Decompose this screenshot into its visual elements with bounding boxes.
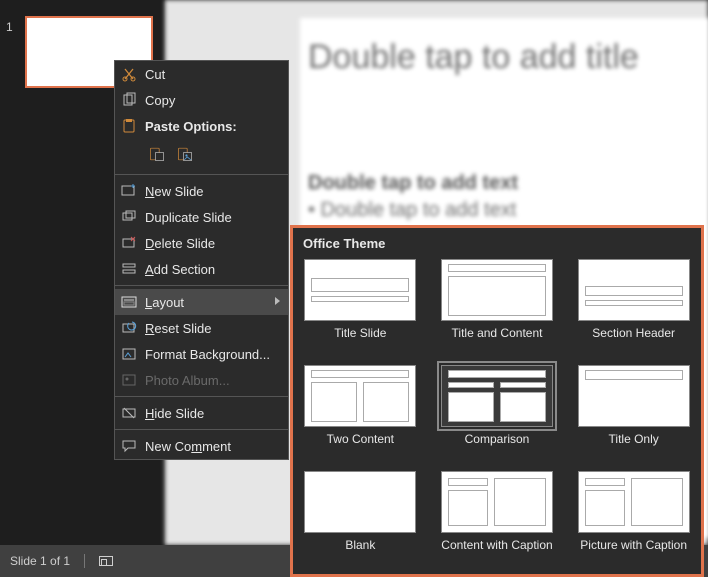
menu-add-section-label: Add SectionAdd Section [145, 262, 215, 277]
paste-keep-formatting-icon[interactable] [149, 143, 165, 165]
layout-thumb [578, 471, 690, 533]
menu-new-comment-label: New CommentNew Comment [145, 439, 231, 454]
photo-album-icon [121, 372, 137, 388]
menu-photo-album: Photo Album... [115, 367, 288, 393]
clipboard-icon [121, 118, 137, 134]
slide-context-menu: Cut Copy Paste Options: NNew Slideew Sli… [114, 60, 289, 460]
slide-counter: Slide 1 of 1 [10, 554, 70, 568]
menu-photo-album-label: Photo Album... [145, 373, 230, 388]
status-divider [84, 554, 85, 568]
layout-option-label: Title Only [576, 433, 691, 447]
layout-option-label: Two Content [303, 433, 418, 447]
menu-hide-label: Hide SlideHide Slide [145, 406, 204, 421]
menu-format-background[interactable]: Format Background... [115, 341, 288, 367]
chevron-right-icon [275, 297, 280, 305]
layout-option-cwc[interactable]: Content with Caption [440, 471, 555, 553]
menu-new-comment[interactable]: New CommentNew Comment [115, 433, 288, 459]
layout-option-label: Title Slide [303, 327, 418, 341]
menu-layout[interactable]: LayoutLayout [115, 289, 288, 315]
menu-new-slide-label: NNew Slideew Slide [145, 184, 204, 199]
layout-option-comp[interactable]: Comparison [440, 365, 555, 447]
menu-separator [115, 396, 288, 397]
body-placeholder-bullet[interactable]: • Double tap to add text [308, 199, 702, 222]
layout-option-label: Blank [303, 539, 418, 553]
layout-thumb [578, 365, 690, 427]
hide-slide-icon [121, 405, 137, 421]
layout-thumb [441, 471, 553, 533]
layout-thumb [304, 365, 416, 427]
layout-thumb [441, 259, 553, 321]
layout-thumb [578, 259, 690, 321]
menu-hide-slide[interactable]: Hide SlideHide Slide [115, 400, 288, 426]
paste-picture-icon[interactable] [177, 143, 193, 165]
layout-option-label: Picture with Caption [576, 539, 691, 553]
new-slide-icon [121, 183, 137, 199]
menu-new-slide[interactable]: NNew Slideew Slide [115, 178, 288, 204]
layout-thumb [441, 365, 553, 427]
menu-separator [115, 429, 288, 430]
scissors-icon [121, 66, 137, 82]
layout-option-label: Comparison [440, 433, 555, 447]
layout-option-section[interactable]: Section Header [576, 259, 691, 341]
format-bg-icon [121, 346, 137, 362]
menu-layout-label: LayoutLayout [145, 295, 184, 310]
layout-icon [121, 294, 137, 310]
layout-option-pwc[interactable]: Picture with Caption [576, 471, 691, 553]
reset-slide-icon [121, 320, 137, 336]
layout-option-label: Title and Content [440, 327, 555, 341]
menu-reset-label: Reset SlideReset Slide [145, 321, 211, 336]
menu-cut-label: Cut [145, 67, 165, 82]
slide-number-label: 1 [6, 20, 13, 34]
menu-duplicate-slide[interactable]: Duplicate Slide [115, 204, 288, 230]
body-placeholder-header[interactable]: Double tap to add text [308, 172, 702, 195]
delete-slide-icon [121, 235, 137, 251]
layout-option-titleonly[interactable]: Title Only [576, 365, 691, 447]
menu-paste-options-header: Paste Options: [115, 113, 288, 139]
menu-reset-slide[interactable]: Reset SlideReset Slide [115, 315, 288, 341]
add-section-icon [121, 261, 137, 277]
layout-option-titleslide[interactable]: Title Slide [303, 259, 418, 341]
layout-thumb [304, 471, 416, 533]
layout-flyout: Office Theme Title Slide Title and Conten… [290, 225, 704, 577]
layout-grid: Title Slide Title and Content Section Head… [303, 259, 691, 552]
layout-option-label: Content with Caption [440, 539, 555, 553]
menu-copy-label: Copy [145, 93, 175, 108]
menu-copy[interactable]: Copy [115, 87, 288, 113]
menu-separator [115, 174, 288, 175]
menu-add-section[interactable]: Add SectionAdd Section [115, 256, 288, 282]
comment-icon [121, 438, 137, 454]
layout-option-two[interactable]: Two Content [303, 365, 418, 447]
layout-option-blank[interactable]: Blank [303, 471, 418, 553]
layout-thumb [304, 259, 416, 321]
menu-separator [115, 285, 288, 286]
menu-duplicate-label: Duplicate Slide [145, 210, 232, 225]
title-placeholder[interactable]: Double tap to add title [308, 38, 702, 77]
view-mode-icon[interactable] [99, 556, 113, 566]
layout-flyout-heading: Office Theme [303, 236, 691, 251]
menu-format-bg-label: Format Background... [145, 347, 270, 362]
paste-options-row [115, 139, 288, 171]
copy-icon [121, 92, 137, 108]
layout-option-label: Section Header [576, 327, 691, 341]
duplicate-slide-icon [121, 209, 137, 225]
menu-cut[interactable]: Cut [115, 61, 288, 87]
menu-delete-label: Delete SlideDelete Slide [145, 236, 215, 251]
layout-option-titlecontent[interactable]: Title and Content [440, 259, 555, 341]
menu-delete-slide[interactable]: Delete SlideDelete Slide [115, 230, 288, 256]
menu-paste-options-label: Paste Options: [145, 119, 237, 134]
